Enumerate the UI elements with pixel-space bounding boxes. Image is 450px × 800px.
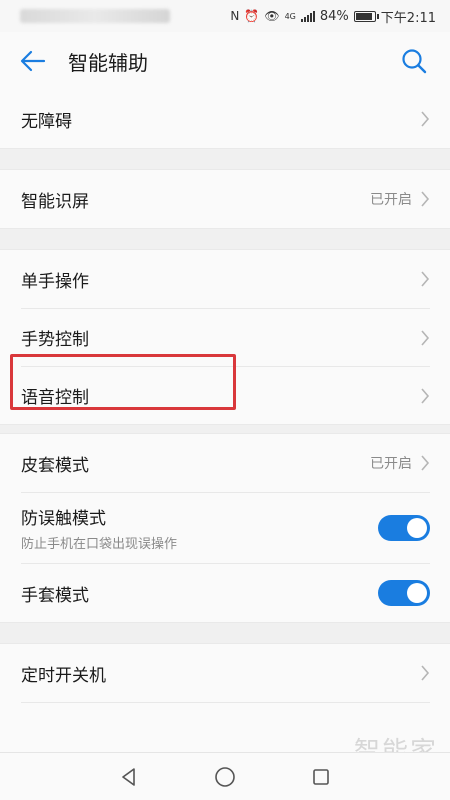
signal-icon xyxy=(300,10,315,22)
triangle-back-icon xyxy=(122,767,135,786)
arrow-left-icon xyxy=(20,50,46,72)
setting-label: 定时开关机 xyxy=(21,665,106,686)
setting-description: 防止手机在口袋出现误操作 xyxy=(21,537,178,552)
setting-label: 手势控制 xyxy=(21,330,89,350)
setting-value: 已开启 xyxy=(370,456,412,472)
blurred-notification-area xyxy=(20,9,170,23)
setting-label: 单手操作 xyxy=(21,271,89,292)
clock: 下午2:11 xyxy=(380,10,436,26)
group-divider xyxy=(0,228,450,250)
label-wrap: 语音控制 xyxy=(21,383,420,408)
setting-row-cover-mode[interactable]: 皮套模式 已开启 xyxy=(0,434,450,492)
settings-group-controls: 单手操作 手势控制 语音控制 xyxy=(0,250,450,424)
label-wrap: 单手操作 xyxy=(21,267,420,292)
setting-row-pocket-mode: 防误触模式 防止手机在口袋出现误操作 xyxy=(0,493,450,563)
battery-icon xyxy=(353,10,379,22)
nav-recents-button[interactable] xyxy=(309,765,333,789)
setting-row-smart-screen-recognition[interactable]: 智能识屏 已开启 xyxy=(0,170,450,228)
circle-home-icon xyxy=(215,766,235,787)
setting-label: 无障碍 xyxy=(21,111,72,132)
alarm-icon: ⏰ xyxy=(244,9,260,23)
eye-comfort-icon: 👁 xyxy=(264,9,280,23)
app-bar: 智能辅助 xyxy=(0,32,450,90)
system-navigation-bar xyxy=(0,752,450,800)
network-type-label: 4G xyxy=(284,11,296,21)
chevron-right-icon xyxy=(420,387,430,404)
chevron-right-icon xyxy=(420,271,430,287)
label-wrap: 智能识屏 xyxy=(21,187,370,212)
setting-label: 语音控制 xyxy=(21,388,89,408)
label-wrap: 无障碍 xyxy=(21,107,420,132)
label-wrap: 皮套模式 xyxy=(21,451,370,476)
nfc-icon: N xyxy=(230,9,240,23)
nav-home-button[interactable] xyxy=(213,765,237,789)
pocket-mode-toggle[interactable] xyxy=(378,515,430,541)
group-divider xyxy=(0,622,450,644)
toggle-knob xyxy=(407,518,427,538)
setting-label: 防误触模式 xyxy=(21,509,106,529)
setting-value: 已开启 xyxy=(370,192,412,208)
label-wrap: 手势控制 xyxy=(21,325,420,350)
chevron-right-icon xyxy=(420,191,430,207)
label-wrap: 定时开关机 xyxy=(21,661,420,686)
chevron-right-icon xyxy=(420,455,430,471)
setting-row-one-hand-mode[interactable]: 单手操作 xyxy=(0,250,450,308)
setting-row-accessibility[interactable]: 无障碍 xyxy=(0,90,450,148)
search-icon xyxy=(402,49,427,74)
settings-group-modes: 皮套模式 已开启 防误触模式 防止手机在口袋出现误操作 手套模式 xyxy=(0,434,450,622)
status-bar: N ⏰ 👁 4G 84% 下午2:11 xyxy=(0,0,450,32)
setting-row-glove-mode: 手套模式 xyxy=(0,564,450,622)
setting-label: 手套模式 xyxy=(21,585,89,606)
setting-label: 智能识屏 xyxy=(21,191,89,212)
group-divider xyxy=(0,148,450,170)
setting-row-voice-control[interactable]: 语音控制 xyxy=(0,367,450,424)
chevron-right-icon xyxy=(420,111,430,127)
setting-row-scheduled-power[interactable]: 定时开关机 xyxy=(0,644,450,702)
setting-row-gesture-control[interactable]: 手势控制 xyxy=(0,309,450,366)
search-button[interactable] xyxy=(398,45,430,77)
nav-back-button[interactable] xyxy=(117,765,141,789)
page-title: 智能辅助 xyxy=(68,50,148,75)
settings-group-accessibility: 无障碍 xyxy=(0,90,450,148)
label-wrap: 手套模式 xyxy=(21,581,378,606)
group-divider xyxy=(0,424,450,434)
glove-mode-toggle[interactable] xyxy=(378,580,430,606)
status-icons: N ⏰ 👁 4G 84% 下午2:11 xyxy=(230,7,436,26)
settings-group-scheduled-power: 定时开关机 xyxy=(0,644,450,703)
square-recents-icon xyxy=(313,768,329,785)
back-button[interactable] xyxy=(20,45,52,77)
setting-label: 皮套模式 xyxy=(21,455,89,476)
label-wrap: 防误触模式 防止手机在口袋出现误操作 xyxy=(21,504,378,552)
chevron-right-icon xyxy=(420,329,430,346)
row-separator xyxy=(21,702,430,703)
chevron-right-icon xyxy=(420,665,430,681)
battery-percent: 84% xyxy=(319,8,349,24)
toggle-knob xyxy=(407,583,427,603)
settings-group-smart-screen: 智能识屏 已开启 xyxy=(0,170,450,228)
